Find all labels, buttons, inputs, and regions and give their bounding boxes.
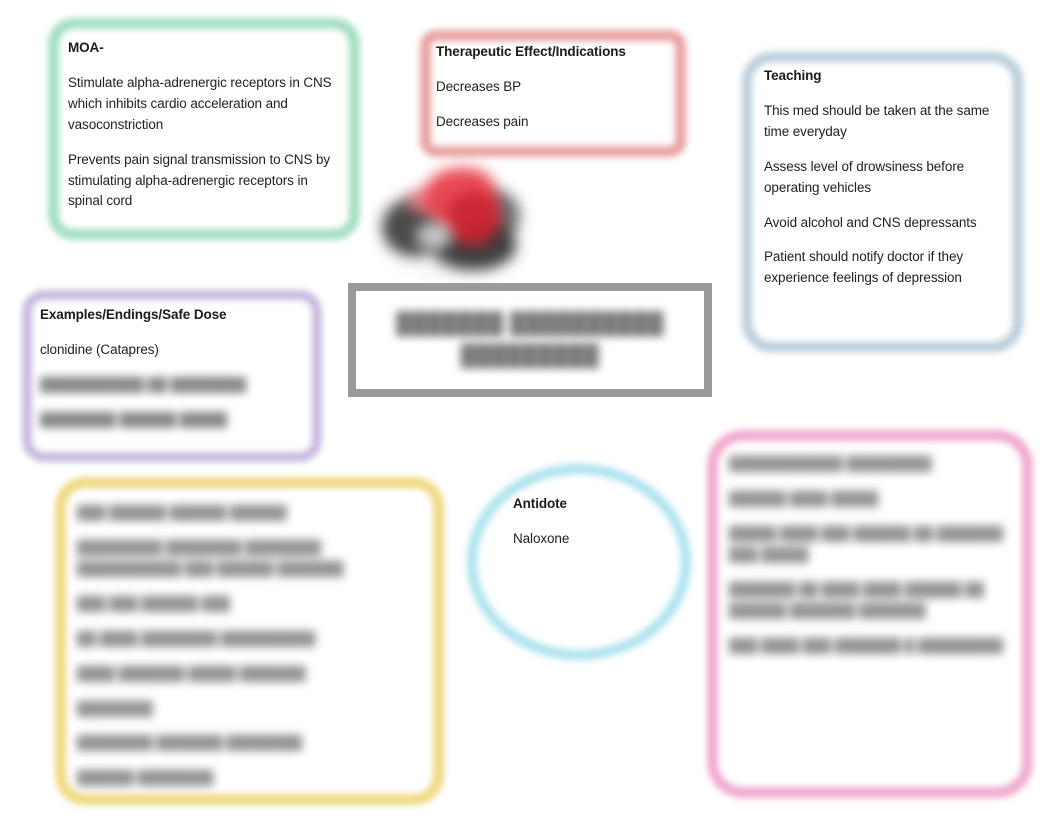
nursing-obscured-line-3: █████ ████ ███ ██████ ██ ███████ ███ ███… <box>729 525 1003 562</box>
side-effects-obscured-line-2: █████████ ████████ ████████ ███████████ … <box>77 539 344 576</box>
moa-card: MOA- Stimulate alpha-adrenergic receptor… <box>48 18 360 240</box>
examples-line-1: clonidine (Catapres) <box>40 341 159 357</box>
therapeutic-effect-title: Therapeutic Effect/Indications <box>436 44 626 59</box>
therapeutic-effect-line-1: Decreases BP <box>436 78 522 94</box>
examples-title: Examples/Endings/Safe Dose <box>40 307 227 322</box>
pill-photo-red-capsule-shade <box>446 192 500 246</box>
teaching-line-2: Assess level of drowsiness before operat… <box>764 158 965 195</box>
therapeutic-effect-card: Therapeutic Effect/Indications Decreases… <box>420 30 686 157</box>
therapeutic-effect-line-2: Decreases pain <box>436 113 529 129</box>
nursing-considerations-card: ████████████ █████████ ██████ ████ █████… <box>707 430 1033 798</box>
concept-map-canvas: MOA- Stimulate alpha-adrenergic receptor… <box>0 0 1062 822</box>
antidote-card: Antidote Naloxone <box>467 464 691 660</box>
nursing-obscured-line-4: ███████ ██ ████ ████ ██████ ██ ██████ ██… <box>729 581 984 618</box>
drug-class-obscured-line-1: ███████ ██████████ <box>396 311 664 335</box>
side-effects-obscured-line-6: ████████ <box>77 700 153 716</box>
side-effects-obscured-line-3: ███ ███ ██████ ███ <box>77 595 230 611</box>
antidote-line-1: Naloxone <box>513 530 570 546</box>
pill-photo-dark-capsule-bottom <box>432 220 516 270</box>
moa-line-2: Prevents pain signal transmission to CNS… <box>68 151 331 209</box>
side-effects-obscured-line-1: ███ ██████ ██████ ██████ <box>77 505 287 520</box>
drug-class-title-box: ███████ ██████████ █████████ <box>348 283 712 397</box>
pill-photo-light-capsule <box>416 222 452 250</box>
examples-endings-safe-dose-card: Examples/Endings/Safe Dose clonidine (Ca… <box>22 290 322 462</box>
nursing-obscured-line-5: ███ ████ ███ ███████ █ █████████ <box>729 637 1003 653</box>
teaching-title: Teaching <box>764 68 822 83</box>
moa-line-1: Stimulate alpha-adrenergic receptors in … <box>68 74 332 132</box>
side-effects-obscured-line-5: ████ ███████ █████ ███████ <box>77 665 306 681</box>
examples-obscured-line-1: ███████████ ██ ████████ <box>40 376 247 392</box>
antidote-title: Antidote <box>513 496 567 511</box>
nursing-obscured-line-2: ██████ ████ █████ <box>729 490 879 506</box>
pill-photo-image <box>376 164 528 280</box>
nursing-obscured-line-1: ████████████ █████████ <box>729 456 932 471</box>
side-effects-obscured-line-7: ████████ ███████ ████████ <box>77 735 302 751</box>
examples-obscured-line-2: ████████ ██████ █████ <box>40 411 228 427</box>
side-effects-obscured-line-8: ██████ ████████ <box>77 770 214 786</box>
drug-class-obscured-line-2: █████████ <box>460 344 600 367</box>
side-effects-obscured-line-4: ██ ████ ████████ ██████████ <box>77 630 316 646</box>
pill-photo-dark-capsule-right <box>472 190 520 242</box>
pill-photo-red-capsule <box>424 168 496 230</box>
teaching-line-4: Patient should notify doctor if they exp… <box>764 249 964 286</box>
pill-photo-dark-capsule-left <box>382 198 444 256</box>
teaching-line-3: Avoid alcohol and CNS depressants <box>764 214 977 230</box>
pill-photo-red-highlight <box>406 188 446 214</box>
pill-photo-shadow <box>376 182 526 278</box>
side-effects-card: ███ ██████ ██████ ██████ █████████ █████… <box>55 477 444 805</box>
moa-title: MOA- <box>68 40 104 55</box>
teaching-card: Teaching This med should be taken at the… <box>742 52 1023 352</box>
teaching-line-1: This med should be taken at the same tim… <box>764 102 990 139</box>
